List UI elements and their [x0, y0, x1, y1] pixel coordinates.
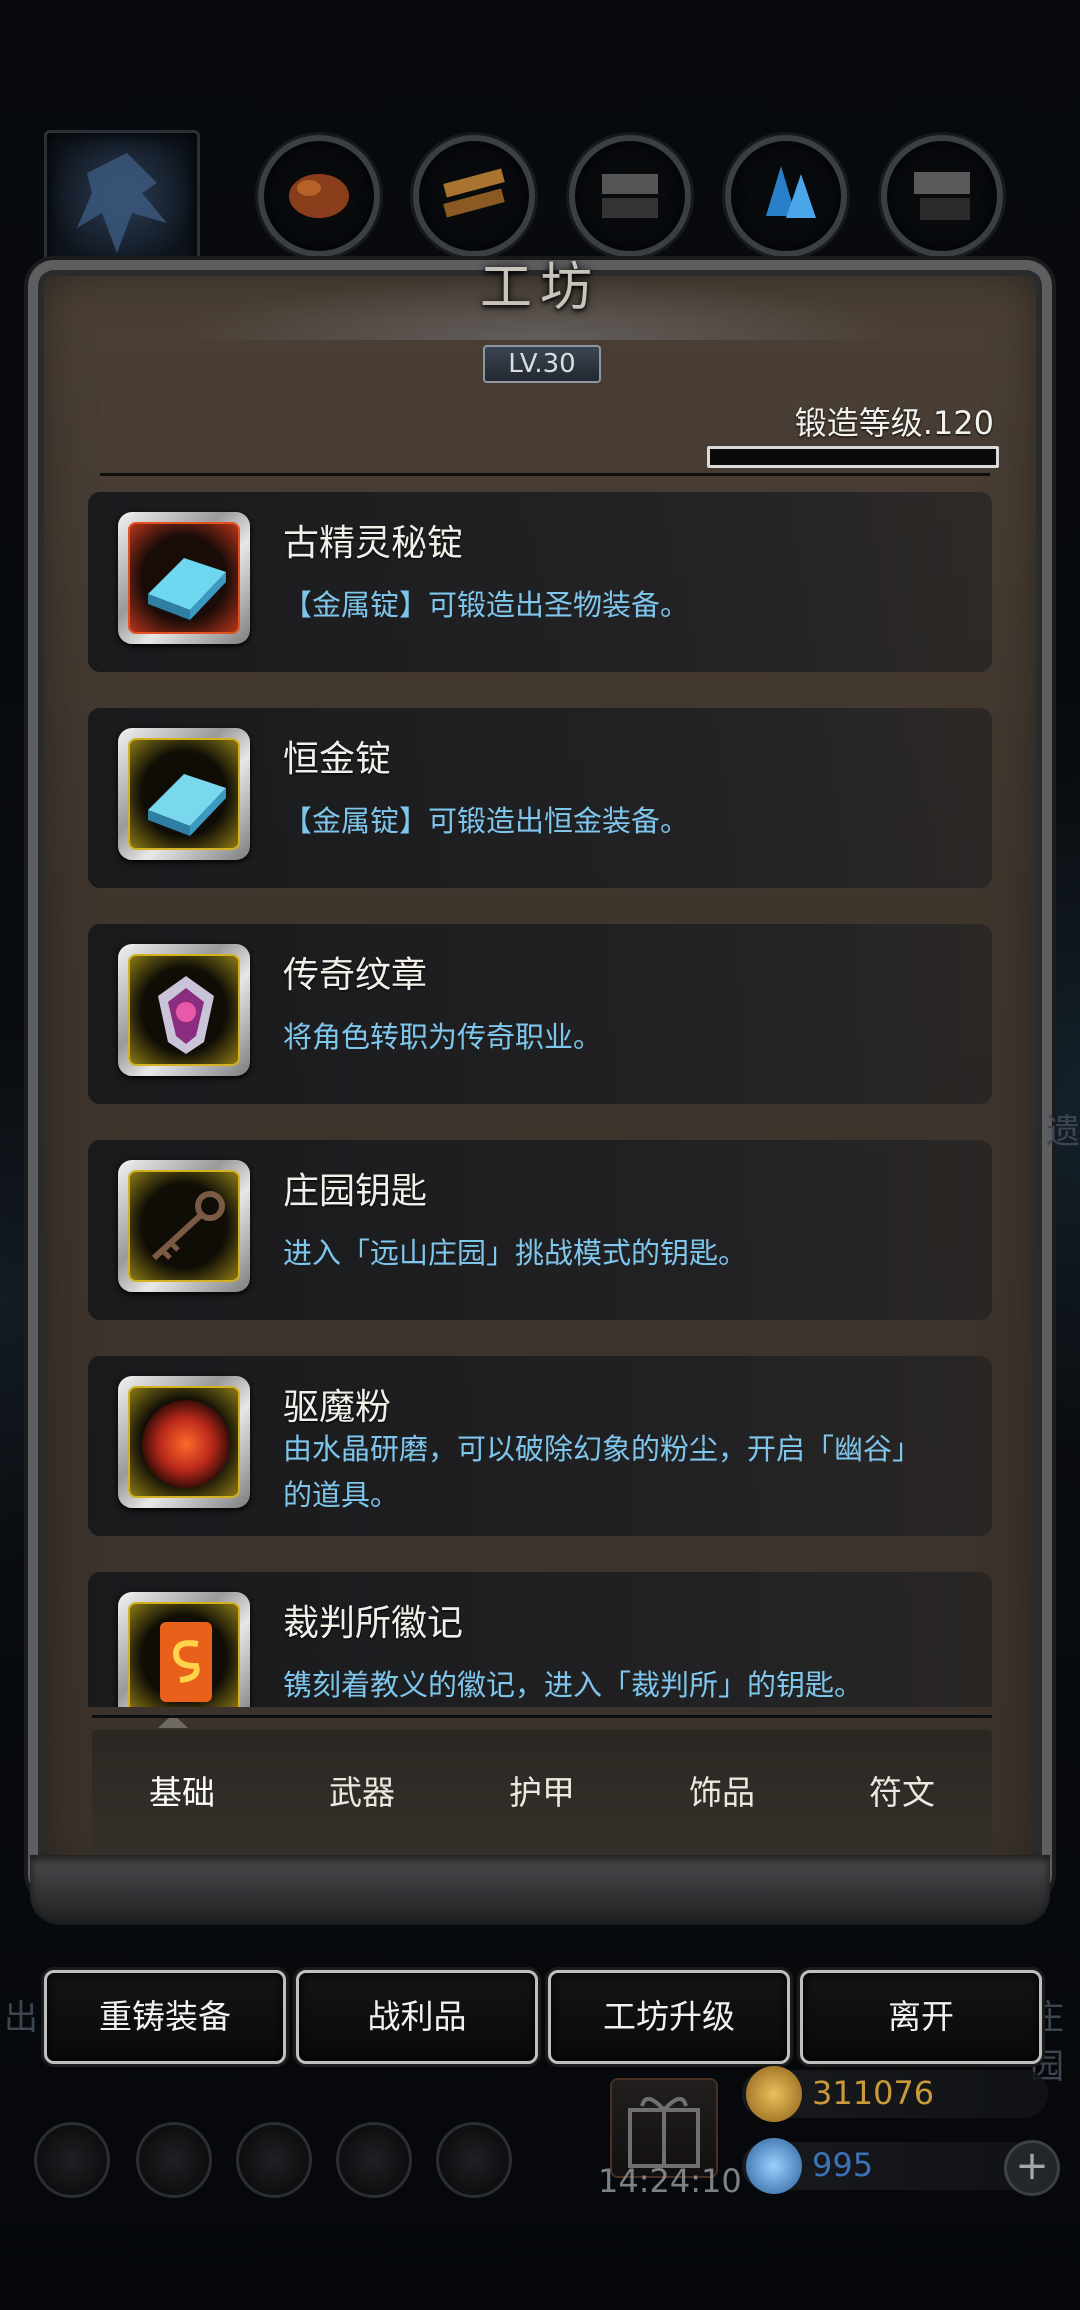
divider-top — [100, 473, 990, 476]
item-description: 将角色转职为传奇职业。 — [283, 1020, 603, 1054]
reforge-equipment-button[interactable]: 重铸装备 — [44, 1970, 286, 2064]
shop-icon[interactable] — [236, 2122, 312, 2198]
gem-icon — [746, 2138, 802, 2194]
list-item[interactable]: 古精灵秘锭 【金属锭】可锻造出圣物装备。 — [88, 492, 992, 672]
gold-coin-icon — [746, 2066, 802, 2122]
blue-ingot-icon — [148, 774, 226, 836]
list-item[interactable]: 庄园钥匙 进入「远山庄园」挑战模式的钥匙。 — [88, 1140, 992, 1320]
tab-armor[interactable]: 护甲 — [452, 1730, 632, 1856]
tab-basic[interactable]: 基础 — [92, 1730, 272, 1856]
item-description: 由水晶研磨，可以破除幻象的粉尘，开启「幽谷」的道具。 — [283, 1432, 922, 1512]
category-tabs: 基础 武器 护甲 饰品 符文 — [92, 1730, 992, 1856]
item-icon-frame — [118, 944, 250, 1076]
tab-accessories[interactable]: 饰品 — [632, 1730, 812, 1856]
item-description: 进入「远山庄园」挑战模式的钥匙。 — [283, 1236, 748, 1270]
forge-progress-bar — [707, 446, 999, 468]
level-badge: LV.30 — [483, 345, 601, 383]
gold-amount: 311076 — [812, 2074, 935, 2112]
item-name: 传奇纹章 — [283, 955, 428, 996]
item-icon-frame — [118, 1160, 250, 1292]
item-name: 古精灵秘锭 — [283, 523, 464, 564]
leave-button[interactable]: 离开 — [800, 1970, 1042, 2064]
gem-amount: 995 — [812, 2146, 874, 2184]
list-item[interactable]: 传奇纹章 将角色转职为传奇职业。 — [88, 924, 992, 1104]
item-description: 【金属锭】可锻造出恒金装备。 — [283, 804, 690, 838]
achievement-icon[interactable] — [136, 2122, 212, 2198]
item-icon-frame — [118, 728, 250, 860]
list-item[interactable]: 裁判所徽记 镌刻着教义的徽记，进入「裁判所」的钥匙。 — [88, 1572, 992, 1707]
add-gems-button[interactable]: + — [1004, 2140, 1060, 2196]
item-name: 恒金锭 — [283, 739, 392, 780]
loot-button[interactable]: 战利品 — [296, 1970, 538, 2064]
tab-weapons[interactable]: 武器 — [272, 1730, 452, 1856]
item-description: 【金属锭】可锻造出圣物装备。 — [283, 588, 690, 622]
settings-icon[interactable] — [34, 2122, 110, 2198]
item-icon-frame — [118, 1376, 250, 1508]
list-item[interactable]: 恒金锭 【金属锭】可锻造出恒金装备。 — [88, 708, 992, 888]
crest-icon — [158, 976, 214, 1054]
item-list[interactable]: 古精灵秘锭 【金属锭】可锻造出圣物装备。 恒金锭 【金属锭】可锻造出恒金装备。 — [88, 492, 992, 1707]
tab-runes[interactable]: 符文 — [812, 1730, 992, 1856]
blue-ingot-icon — [148, 558, 226, 620]
frame-ornament-bottom — [30, 1855, 1050, 1925]
workshop-upgrade-button[interactable]: 工坊升级 — [548, 1970, 790, 2064]
item-name: 庄园钥匙 — [283, 1171, 428, 1212]
item-icon-frame — [118, 512, 250, 644]
emblem-icon — [160, 1622, 212, 1702]
powder-icon — [142, 1400, 230, 1488]
title-text: 工坊 — [479, 258, 600, 318]
item-name: 裁判所徽记 — [283, 1603, 464, 1644]
list-item[interactable]: 驱魔粉 由水晶研磨，可以破除幻象的粉尘，开启「幽谷」的道具。 — [88, 1356, 992, 1536]
item-name: 驱魔粉 — [283, 1387, 392, 1428]
side-label-left: 出 — [4, 1998, 38, 2038]
item-icon-frame — [118, 1592, 250, 1707]
cube-icon[interactable] — [436, 2122, 512, 2198]
key-icon — [151, 1191, 225, 1261]
side-label-right-top: 遗 — [1046, 1112, 1080, 1152]
gift-timer: 14:24:10 — [598, 2162, 742, 2200]
mail-icon[interactable] — [336, 2122, 412, 2198]
item-description: 镌刻着教义的徽记，进入「裁判所」的钥匙。 — [283, 1668, 864, 1702]
page-title: 工坊 — [440, 245, 640, 335]
forge-level-label: 锻造等级.120 — [794, 404, 994, 442]
divider-bottom — [92, 1715, 992, 1718]
